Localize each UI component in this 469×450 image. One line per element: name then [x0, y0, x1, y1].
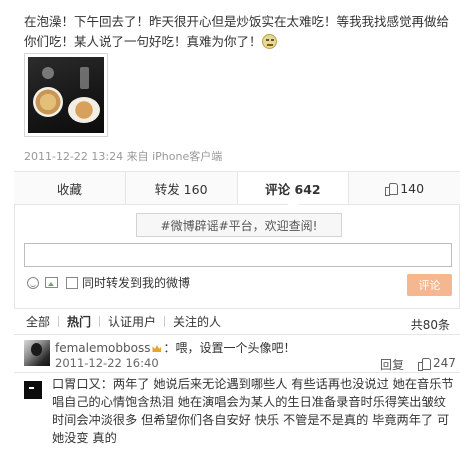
filter-verified[interactable]: 认证用户: [108, 313, 156, 330]
comment-button[interactable]: 评论 642: [237, 172, 350, 210]
comment-line: femalemobboss ：喂，设置一个头像吧！: [55, 339, 296, 356]
comment-item: 口胃口又：两年了 她说后来无论遇到哪些人 有些话再也没说过 她在音乐节唱自己的心…: [14, 372, 460, 450]
repost-checkbox[interactable]: [66, 276, 78, 289]
post-action-bar: 收藏 转发 160 评论 642 140: [14, 171, 460, 210]
comment-submit-button[interactable]: 评论: [407, 274, 452, 296]
smiley-icon[interactable]: [27, 276, 39, 289]
comment-username[interactable]: 口胃口又: [52, 377, 101, 391]
filter-hot[interactable]: 热门: [67, 313, 91, 330]
post-photo-thumbnail[interactable]: [24, 53, 108, 137]
post-timestamp[interactable]: 2011-12-22 13:24: [24, 150, 123, 163]
image-icon[interactable]: [45, 277, 58, 288]
comment-input[interactable]: [24, 243, 452, 267]
comment-total-count: 共80条: [410, 318, 450, 332]
thumbs-up-icon: [385, 182, 399, 196]
food-photo: [28, 57, 104, 133]
comment-line: 口胃口又：两年了 她说后来无论遇到哪些人 有些话再也没说过 她在音乐节唱自己的心…: [52, 375, 454, 447]
favorite-button[interactable]: 收藏: [14, 172, 126, 204]
comment-item: femalemobboss ：喂，设置一个头像吧！ 2011-12-22 16:4…: [14, 334, 460, 372]
avatar[interactable]: [24, 381, 42, 399]
sweat-face-emoji-icon: [261, 34, 277, 49]
comment-options: 同时转发到我的微博: [27, 274, 190, 291]
like-button[interactable]: 140: [349, 172, 460, 204]
repost-button[interactable]: 转发 160: [126, 172, 238, 204]
avatar[interactable]: [24, 340, 50, 366]
post-meta: 2011-12-22 13:24 来自 iPhone客户端: [24, 148, 222, 164]
reply-button[interactable]: 回复: [380, 356, 404, 373]
rumor-topic-tip[interactable]: #微博辟谣#平台，欢迎查阅!: [136, 213, 342, 237]
post-text: 在泡澡！下午回去了！昨天很开心但是炒饭实在太难吃！等我我找感觉再做给你们吃！某人…: [24, 14, 450, 49]
comment-username[interactable]: femalemobboss: [55, 341, 150, 355]
filter-following[interactable]: 关注的人: [173, 313, 221, 330]
repost-option-label[interactable]: 同时转发到我的微博: [82, 274, 190, 291]
thumbs-up-icon: [418, 357, 431, 371]
post-source: 来自 iPhone客户端: [126, 150, 223, 163]
comment-panel: #微博辟谣#平台，欢迎查阅! 同时转发到我的微博 评论: [14, 205, 460, 308]
filter-all[interactable]: 全部: [26, 313, 50, 330]
crown-badge-icon: [152, 345, 162, 352]
divider: [58, 316, 60, 327]
comment-text: ：两年了 她说后来无论遇到哪些人 有些话再也没说过 她在音乐节唱自己的心情饱含热…: [52, 377, 454, 445]
comment-like-button[interactable]: 247: [418, 356, 456, 371]
comment-filter-bar: 全部 热门 认证用户 关注的人 共80条: [14, 308, 460, 334]
divider: [164, 316, 166, 327]
divider: [99, 316, 101, 327]
comment-text: ：喂，设置一个头像吧！: [163, 341, 296, 355]
comment-date: 2011-12-22 16:40: [55, 356, 159, 370]
